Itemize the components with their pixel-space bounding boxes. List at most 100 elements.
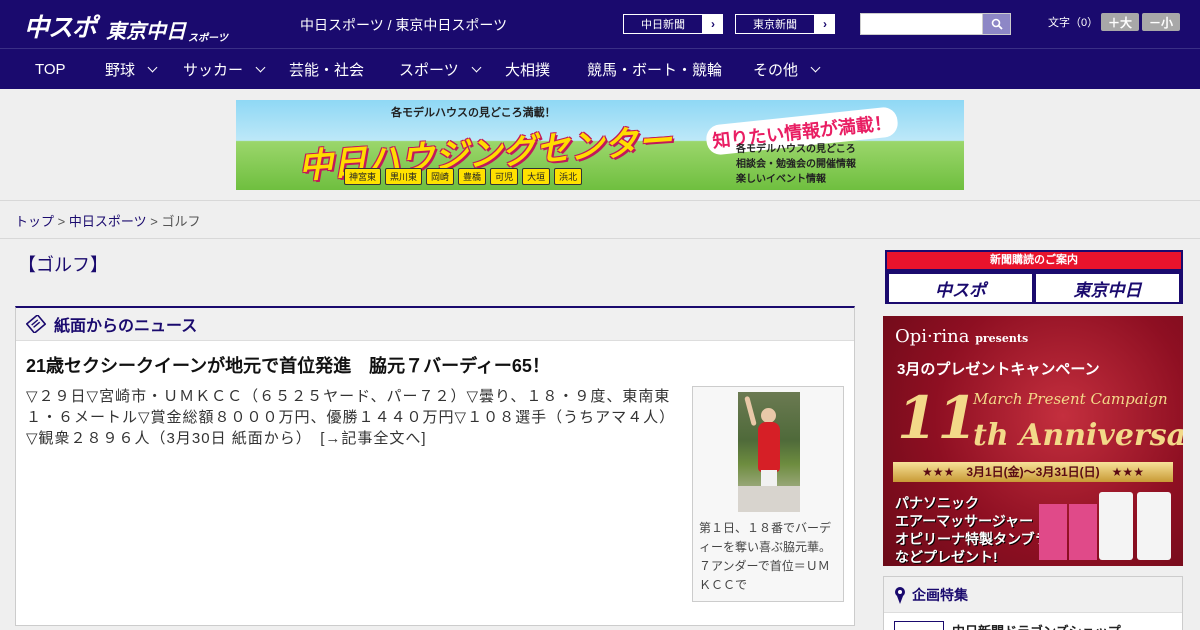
promo-gift-line: エアーマッサージャー: [895, 513, 1034, 529]
font-smaller-button[interactable]: －小: [1142, 13, 1180, 31]
city-tag: 岡崎: [426, 168, 455, 185]
towel-image: [1069, 504, 1097, 560]
tokyo-shimbun-label: 東京新聞: [735, 14, 815, 34]
article-photo-box: 第１日、１８番でバーディーを奪い喜ぶ脇元華。７アンダーで首位＝ＵＭＫＣＣで: [692, 386, 844, 602]
nav-label: その他: [753, 61, 799, 79]
promo-presents: presents: [975, 332, 1029, 345]
page-title: 【ゴルフ】: [18, 255, 108, 275]
photo-arm: [744, 395, 757, 427]
nav-item-sumo[interactable]: 大相撲: [505, 49, 550, 89]
chevron-down-icon: [471, 62, 482, 72]
nav-item-entertainment[interactable]: 芸能・社会: [289, 49, 364, 89]
tokyo-shimbun-button[interactable]: 東京新聞 ›: [734, 13, 836, 35]
subscribe-tokyo-chunichi-button[interactable]: 東京中日: [1036, 274, 1179, 302]
nav-label: 大相撲: [505, 61, 551, 79]
chevron-right-icon: ›: [711, 17, 715, 31]
towel-image: [1039, 504, 1067, 560]
badge-icon: [895, 586, 905, 604]
main-nav: TOP 野球 サッカー 芸能・社会 スポーツ 大相撲 競馬・ボート・競輪 その他: [0, 48, 1200, 89]
logo-sports: スポーツ: [188, 33, 228, 44]
banner-bullet: 各モデルハウスの見どころ: [736, 144, 856, 155]
site-title[interactable]: 中日スポーツ / 東京中日スポーツ: [300, 15, 507, 35]
search-button[interactable]: [982, 13, 1011, 35]
photo-golfer: [758, 422, 780, 472]
nav-item-top[interactable]: TOP: [35, 49, 66, 89]
banner-tagline: 各モデルハウスの見どころ満載！: [391, 107, 556, 119]
promo-number: 11: [897, 384, 978, 452]
promo-gift-line: パナソニック: [895, 495, 979, 511]
promo-brand: Opi·rina presents: [895, 326, 1028, 347]
nav-item-other[interactable]: その他: [753, 49, 821, 89]
city-tag: 浜北: [554, 168, 583, 185]
search-input[interactable]: [860, 13, 984, 35]
nav-label: 芸能・社会: [289, 61, 365, 79]
breadcrumb: トップ > 中日スポーツ > ゴルフ: [15, 211, 200, 230]
promo-gift: パナソニック エアーマッサージャー オピリーナ特製タンブラー などプレゼント!: [895, 494, 1063, 566]
promo-brand-name: Opi·rina: [895, 326, 970, 347]
nav-item-sports[interactable]: スポーツ: [399, 49, 482, 89]
breadcrumb-bar: トップ > 中日スポーツ > ゴルフ: [0, 201, 1200, 239]
search-icon: [991, 18, 1003, 30]
newspaper-icon: [26, 315, 46, 333]
nav-item-baseball[interactable]: 野球: [105, 49, 158, 89]
feature-section: 企画特集 中日新聞ドラゴンズショップ: [883, 576, 1183, 630]
promo-gift-line: などプレゼント!: [895, 549, 998, 565]
promo-subtitle: March Present Campaign: [973, 390, 1168, 408]
promo-dates: ★★★ 3月1日(金)〜3月31日(日) ★★★: [893, 462, 1173, 482]
nav-label: 競馬・ボート・競輪: [587, 61, 723, 79]
article-photo[interactable]: [738, 392, 800, 512]
feature-thumbnail: [894, 621, 944, 630]
city-tag: 神宮東: [344, 168, 382, 185]
subscription-banner: 新聞購読のご案内 中スポ 東京中日: [885, 250, 1183, 304]
font-size-label: 文字（0）: [1048, 17, 1099, 29]
opirina-promo-banner[interactable]: Opi·rina presents 3月のプレゼントキャンペーン 11 Marc…: [883, 316, 1183, 566]
promo-campaign: 3月のプレゼントキャンペーン: [897, 361, 1100, 378]
tumbler-image: [1137, 492, 1171, 560]
banner-bullets: 各モデルハウスの見どころ 相談会・勉強会の開催情報 楽しいイベント情報: [736, 142, 856, 187]
photo-spectators: [738, 486, 800, 512]
article-headline[interactable]: 21歳セクシークイーンが地元で首位発進 脇元７バーディー65！: [26, 352, 550, 378]
site-logo[interactable]: 中スポ 東京中日 スポーツ: [24, 8, 228, 44]
nav-label: サッカー: [183, 61, 244, 79]
chevron-down-icon: [810, 62, 821, 72]
news-section-title: 紙面からのニュース: [54, 318, 198, 335]
chunichi-shimbun-button[interactable]: 中日新聞 ›: [622, 13, 724, 35]
city-tag: 黒川東: [385, 168, 423, 185]
chunichi-shimbun-label: 中日新聞: [623, 14, 703, 34]
nav-item-keiba[interactable]: 競馬・ボート・競輪: [587, 49, 722, 89]
city-tag: 豊橋: [458, 168, 487, 185]
tumbler-image: [1099, 492, 1133, 560]
photo-head: [761, 408, 776, 423]
subscribe-chuspo-button[interactable]: 中スポ: [889, 274, 1032, 302]
news-section-header: 紙面からのニュース: [16, 308, 854, 341]
feature-title: 企画特集: [912, 586, 968, 603]
housing-center-banner[interactable]: 各モデルハウスの見どころ満載！ 中日ハウジングセンター 知りたい情報が満載！ 各…: [236, 100, 964, 190]
site-header: 中スポ 東京中日 スポーツ 中日スポーツ / 東京中日スポーツ 中日新聞 › 東…: [0, 0, 1200, 48]
breadcrumb-separator: >: [57, 214, 66, 229]
nav-label: 野球: [105, 61, 136, 79]
nav-label: TOP: [35, 60, 66, 78]
ad-area: 各モデルハウスの見どころ満載！ 中日ハウジングセンター 知りたい情報が満載！ 各…: [0, 89, 1200, 201]
chevron-down-icon: [255, 62, 266, 72]
promo-anniversary-text: th Anniversary: [973, 418, 1183, 453]
city-tag: 可児: [490, 168, 519, 185]
nav-label: スポーツ: [399, 61, 459, 79]
breadcrumb-section-link[interactable]: 中日スポーツ: [69, 214, 147, 229]
breadcrumb-top-link[interactable]: トップ: [15, 214, 54, 229]
breadcrumb-current: ゴルフ: [161, 214, 201, 229]
logo-chuspo: 中スポ: [24, 14, 97, 42]
article-body[interactable]: ▽２９日▽宮崎市・ＵＭＫＣＣ（６５２５ヤード、パー７２）▽曇り、１８・９度、東南…: [26, 386, 686, 449]
feature-header: 企画特集: [884, 577, 1182, 613]
banner-bullet: 楽しいイベント情報: [736, 174, 826, 185]
font-larger-button[interactable]: ＋大: [1101, 13, 1139, 31]
nav-item-soccer[interactable]: サッカー: [183, 49, 266, 89]
feature-item[interactable]: 中日新聞ドラゴンズショップ: [894, 621, 1121, 630]
city-tag: 大垣: [522, 168, 551, 185]
chevron-down-icon: [147, 62, 158, 72]
subscription-title: 新聞購読のご案内: [887, 252, 1181, 269]
promo-anniversary: 11 March Present Campaign th Anniversary: [897, 384, 1183, 453]
news-section: 紙面からのニュース 21歳セクシークイーンが地元で首位発進 脇元７バーディー65…: [15, 306, 855, 626]
photo-caption: 第１日、１８番でバーディーを奪い喜ぶ脇元華。７アンダーで首位＝ＵＭＫＣＣで: [699, 521, 832, 592]
breadcrumb-separator: >: [150, 214, 158, 229]
promo-gift-line: オピリーナ特製タンブラー: [895, 531, 1063, 547]
